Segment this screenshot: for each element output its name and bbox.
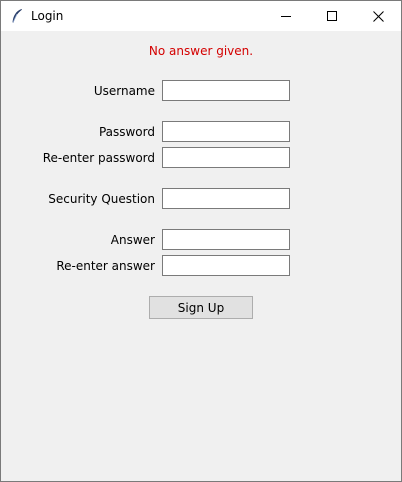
password-label: Password — [98, 125, 155, 139]
security-question-input[interactable] — [162, 188, 290, 209]
feather-icon — [10, 8, 24, 24]
answer-input[interactable] — [162, 229, 290, 250]
reenter-password-label: Re-enter password — [42, 151, 155, 165]
answer-label: Answer — [110, 233, 155, 247]
title-bar[interactable]: Login — [1, 1, 401, 31]
reenter-answer-input[interactable] — [162, 255, 290, 276]
password-input[interactable] — [162, 121, 290, 142]
window-title: Login — [31, 9, 64, 23]
reenter-answer-label: Re-enter answer — [56, 259, 155, 273]
minimize-button[interactable] — [263, 1, 309, 31]
maximize-icon — [327, 11, 337, 21]
close-icon — [372, 10, 384, 22]
minimize-icon — [281, 16, 291, 17]
reenter-password-input[interactable] — [162, 147, 290, 168]
sign-up-button[interactable]: Sign Up — [149, 296, 253, 319]
username-label: Username — [93, 84, 155, 98]
security-question-label: Security Question — [48, 192, 155, 206]
username-input[interactable] — [162, 80, 290, 101]
error-message: No answer given. — [148, 44, 254, 58]
close-button[interactable] — [355, 1, 401, 31]
maximize-button[interactable] — [309, 1, 355, 31]
login-window: Login No answer given. Username Password… — [0, 0, 402, 482]
